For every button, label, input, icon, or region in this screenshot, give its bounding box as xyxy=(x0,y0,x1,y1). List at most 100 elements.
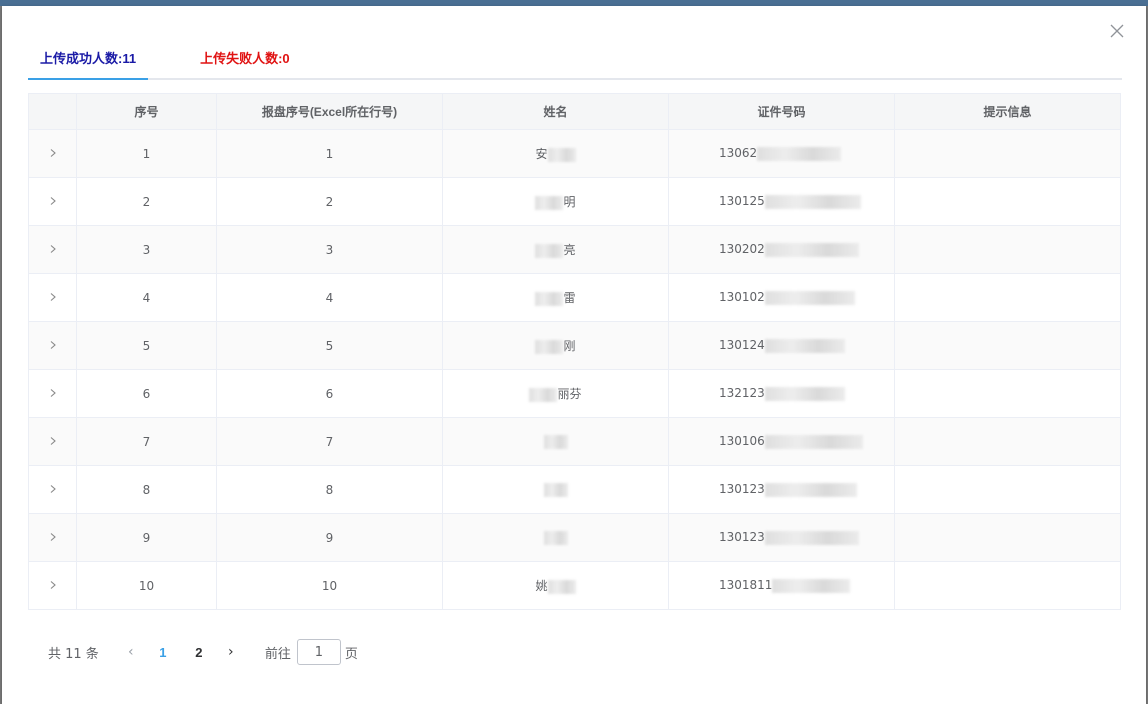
page-number-2[interactable]: 2 xyxy=(181,645,217,660)
seq-cell: 5 xyxy=(76,321,217,370)
seq-cell: 2 xyxy=(76,177,217,226)
id-number-prefix: 130123 xyxy=(719,530,765,544)
header-id-number: 证件号码 xyxy=(668,93,895,130)
id-number-prefix: 130125 xyxy=(719,194,765,208)
header-name: 姓名 xyxy=(442,93,669,130)
chevron-right-icon[interactable] xyxy=(48,244,58,254)
redacted-name xyxy=(547,147,576,162)
close-icon[interactable] xyxy=(1108,22,1126,40)
table-row: 2 2 明 130125 xyxy=(28,177,1121,226)
id-number-prefix: 130123 xyxy=(719,482,765,496)
expand-cell[interactable] xyxy=(28,513,77,562)
chevron-right-icon[interactable] xyxy=(48,340,58,350)
name-cell: 姚 xyxy=(442,561,669,610)
table-row: 9 9 130123 xyxy=(28,513,1121,562)
id-number-prefix: 13062 xyxy=(719,146,758,160)
seq-cell: 1 xyxy=(76,129,217,178)
chevron-right-icon[interactable] xyxy=(48,436,58,446)
header-tip-info: 提示信息 xyxy=(894,93,1121,130)
table-row: 8 8 130123 xyxy=(28,465,1121,514)
id-number-cell: 130202 xyxy=(668,225,895,274)
chevron-right-icon[interactable] xyxy=(48,196,58,206)
redacted-name xyxy=(547,579,576,594)
tip-info-cell xyxy=(894,369,1121,418)
redacted-name xyxy=(535,243,564,258)
excel-row-cell: 8 xyxy=(216,465,443,514)
expand-cell[interactable] xyxy=(28,225,77,274)
excel-row-cell: 10 xyxy=(216,561,443,610)
expand-cell[interactable] xyxy=(28,561,77,610)
id-number-cell: 130124 xyxy=(668,321,895,370)
excel-row-cell: 1 xyxy=(216,129,443,178)
header-seq: 序号 xyxy=(76,93,217,130)
id-number-prefix: 130124 xyxy=(719,338,765,352)
expand-cell[interactable] xyxy=(28,273,77,322)
prev-page-icon[interactable]: ‹ xyxy=(117,644,145,660)
expand-cell[interactable] xyxy=(28,129,77,178)
chevron-right-icon[interactable] xyxy=(48,148,58,158)
redacted-name xyxy=(535,195,564,210)
pagination: 共 11 条 ‹ 1 2 › 前往 页 xyxy=(48,637,358,667)
table-row: 5 5 刚 130124 xyxy=(28,321,1121,370)
upload-result-table: 序号 报盘序号(Excel所在行号) 姓名 证件号码 提示信息 1 1 安 13062… xyxy=(28,93,1121,610)
seq-cell: 6 xyxy=(76,369,217,418)
tip-info-cell xyxy=(894,417,1121,466)
tab-upload-success[interactable]: 上传成功人数:11 xyxy=(28,46,149,80)
id-number-prefix: 1301811 xyxy=(719,578,773,592)
excel-row-cell: 2 xyxy=(216,177,443,226)
table-row: 7 7 130106 xyxy=(28,417,1121,466)
seq-cell: 8 xyxy=(76,465,217,514)
next-page-icon[interactable]: › xyxy=(217,644,245,660)
page-number-1[interactable]: 1 xyxy=(145,645,181,660)
tip-info-cell xyxy=(894,225,1121,274)
jump-page-input[interactable] xyxy=(296,639,341,665)
header-excel-row: 报盘序号(Excel所在行号) xyxy=(216,93,443,130)
redacted-id xyxy=(764,194,861,209)
tab-upload-failed[interactable]: 上传失败人数:0 xyxy=(188,46,302,78)
jump-suffix: 页 xyxy=(344,646,358,662)
name-visible-prefix: 姚 xyxy=(535,579,548,593)
chevron-right-icon[interactable] xyxy=(48,388,58,398)
name-cell xyxy=(442,465,669,514)
chevron-right-icon[interactable] xyxy=(48,484,58,494)
seq-cell: 9 xyxy=(76,513,217,562)
name-visible-suffix: 亮 xyxy=(563,243,576,257)
excel-row-cell: 9 xyxy=(216,513,443,562)
expand-cell[interactable] xyxy=(28,417,77,466)
redacted-id xyxy=(764,482,857,497)
tip-info-cell xyxy=(894,129,1121,178)
jump-prefix: 前往 xyxy=(264,646,291,662)
redacted-name xyxy=(529,387,558,402)
expand-cell[interactable] xyxy=(28,177,77,226)
id-number-cell: 130102 xyxy=(668,273,895,322)
tip-info-cell xyxy=(894,321,1121,370)
id-number-cell: 130123 xyxy=(668,513,895,562)
expand-cell[interactable] xyxy=(28,465,77,514)
redacted-name xyxy=(535,339,564,354)
tip-info-cell xyxy=(894,561,1121,610)
upload-result-dialog: 上传成功人数:11 上传失败人数:0 序号 报盘序号(Excel所在行号) 姓名… xyxy=(2,6,1146,704)
id-number-cell: 130106 xyxy=(668,417,895,466)
redacted-name xyxy=(535,291,564,306)
redacted-id xyxy=(764,290,855,305)
seq-cell: 3 xyxy=(76,225,217,274)
seq-cell: 4 xyxy=(76,273,217,322)
chevron-right-icon[interactable] xyxy=(48,292,58,302)
redacted-id xyxy=(772,578,851,593)
redacted-id xyxy=(764,242,859,257)
name-cell xyxy=(442,417,669,466)
table-row: 1 1 安 13062 xyxy=(28,129,1121,178)
expand-cell[interactable] xyxy=(28,369,77,418)
redacted-id xyxy=(757,146,842,161)
chevron-right-icon[interactable] xyxy=(48,580,58,590)
pagination-total: 共 11 条 xyxy=(48,646,99,662)
chevron-right-icon[interactable] xyxy=(48,532,58,542)
id-number-cell: 1301811 xyxy=(668,561,895,610)
expand-cell[interactable] xyxy=(28,321,77,370)
id-number-prefix: 130102 xyxy=(719,290,765,304)
redacted-name xyxy=(543,434,568,449)
excel-row-cell: 4 xyxy=(216,273,443,322)
tip-info-cell xyxy=(894,465,1121,514)
seq-cell: 7 xyxy=(76,417,217,466)
table-row: 4 4 雷 130102 xyxy=(28,273,1121,322)
